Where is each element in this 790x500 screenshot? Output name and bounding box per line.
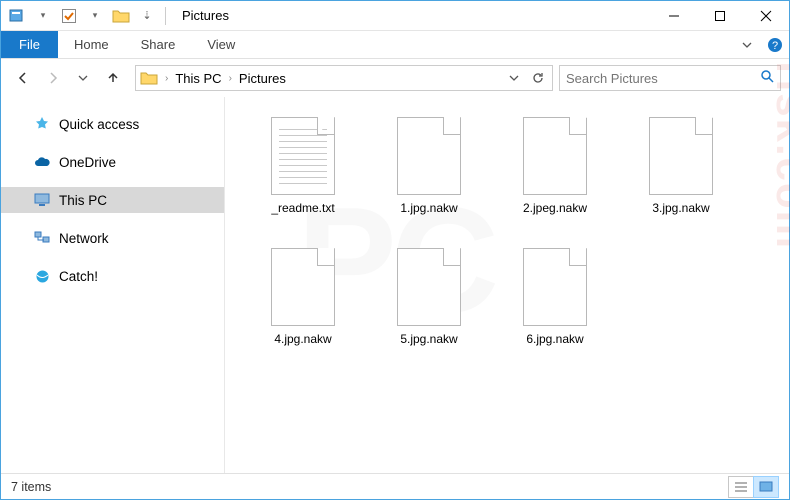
qat-dropdown-icon[interactable]: ▾	[31, 4, 55, 28]
view-icons-button[interactable]	[753, 476, 779, 498]
ball-icon	[33, 267, 51, 285]
view-details-button[interactable]	[728, 476, 754, 498]
sidebar-item-catch[interactable]: Catch!	[1, 263, 224, 289]
folder-icon	[138, 67, 160, 89]
blank-file-icon	[393, 111, 465, 195]
body: Quick access OneDrive This PC Network Ca…	[1, 97, 789, 473]
address-bar[interactable]: › This PC › Pictures	[135, 65, 553, 91]
file-item[interactable]: 2.jpeg.nakw	[505, 111, 605, 216]
window-controls	[651, 1, 789, 31]
explorer-window: PC risk.com ▾ ▾ ⇣ Pictures File	[0, 0, 790, 500]
tab-home[interactable]: Home	[58, 31, 125, 58]
sidebar-item-network[interactable]: Network	[1, 225, 224, 251]
navbar: › This PC › Pictures	[1, 59, 789, 97]
status-item-count: 7 items	[11, 480, 51, 494]
file-name: 3.jpg.nakw	[652, 201, 709, 216]
nav-pane: Quick access OneDrive This PC Network Ca…	[1, 97, 225, 473]
help-button[interactable]: ?	[761, 31, 789, 58]
sidebar-item-label: Quick access	[59, 117, 139, 132]
file-item[interactable]: 5.jpg.nakw	[379, 242, 479, 347]
titlebar: ▾ ▾ ⇣ Pictures	[1, 1, 789, 31]
blank-file-icon	[267, 242, 339, 326]
quick-access-toolbar: ▾ ▾ ⇣	[1, 4, 159, 28]
qat-folder-icon[interactable]	[109, 4, 133, 28]
search-box[interactable]	[559, 65, 781, 91]
file-name: _readme.txt	[271, 201, 334, 216]
file-name: 5.jpg.nakw	[400, 332, 457, 347]
window-title: Pictures	[172, 8, 229, 23]
sidebar-item-this-pc[interactable]: This PC	[1, 187, 224, 213]
search-icon[interactable]	[760, 69, 774, 88]
star-icon	[33, 115, 51, 133]
sidebar-item-onedrive[interactable]: OneDrive	[1, 149, 224, 175]
ribbon-expand-button[interactable]	[733, 31, 761, 58]
ribbon-tabs: File Home Share View ?	[1, 31, 789, 59]
text-file-icon	[267, 111, 339, 195]
chevron-right-icon[interactable]: ›	[226, 73, 235, 84]
view-toggle	[729, 476, 779, 498]
file-item[interactable]: 6.jpg.nakw	[505, 242, 605, 347]
search-input[interactable]	[566, 71, 760, 86]
cloud-icon	[33, 153, 51, 171]
file-tab[interactable]: File	[1, 31, 58, 58]
address-dropdown-button[interactable]	[502, 66, 526, 90]
sidebar-item-quick-access[interactable]: Quick access	[1, 111, 224, 137]
sidebar-item-label: OneDrive	[59, 155, 116, 170]
blank-file-icon	[519, 111, 591, 195]
up-button[interactable]	[99, 64, 127, 92]
sidebar-item-label: This PC	[59, 193, 107, 208]
maximize-button[interactable]	[697, 1, 743, 31]
file-item[interactable]: _readme.txt	[253, 111, 353, 216]
refresh-button[interactable]	[526, 66, 550, 90]
close-button[interactable]	[743, 1, 789, 31]
forward-button[interactable]	[39, 64, 67, 92]
tab-share[interactable]: Share	[125, 31, 192, 58]
blank-file-icon	[645, 111, 717, 195]
qat-properties-icon[interactable]	[5, 4, 29, 28]
minimize-button[interactable]	[651, 1, 697, 31]
chevron-right-icon[interactable]: ›	[162, 73, 171, 84]
breadcrumb-this-pc[interactable]: This PC	[171, 66, 225, 90]
status-bar: 7 items	[1, 473, 789, 499]
breadcrumb-pictures[interactable]: Pictures	[235, 66, 290, 90]
blank-file-icon	[393, 242, 465, 326]
file-item[interactable]: 4.jpg.nakw	[253, 242, 353, 347]
file-name: 2.jpeg.nakw	[523, 201, 587, 216]
network-icon	[33, 229, 51, 247]
back-button[interactable]	[9, 64, 37, 92]
qat-checkbox-icon[interactable]	[57, 4, 81, 28]
svg-text:?: ?	[772, 40, 778, 52]
qat-dropdown2-icon[interactable]: ▾	[83, 4, 107, 28]
file-list[interactable]: _readme.txt 1.jpg.nakw 2.jpeg.nakw 3.jpg.na…	[225, 97, 789, 473]
file-name: 6.jpg.nakw	[526, 332, 583, 347]
file-item[interactable]: 1.jpg.nakw	[379, 111, 479, 216]
sidebar-item-label: Network	[59, 231, 109, 246]
file-name: 1.jpg.nakw	[400, 201, 457, 216]
recent-locations-button[interactable]	[69, 64, 97, 92]
qat-overflow-icon[interactable]: ⇣	[135, 4, 159, 28]
monitor-icon	[33, 191, 51, 209]
sidebar-item-label: Catch!	[59, 269, 98, 284]
file-name: 4.jpg.nakw	[274, 332, 331, 347]
file-item[interactable]: 3.jpg.nakw	[631, 111, 731, 216]
blank-file-icon	[519, 242, 591, 326]
titlebar-separator	[165, 7, 166, 25]
tab-view[interactable]: View	[191, 31, 251, 58]
